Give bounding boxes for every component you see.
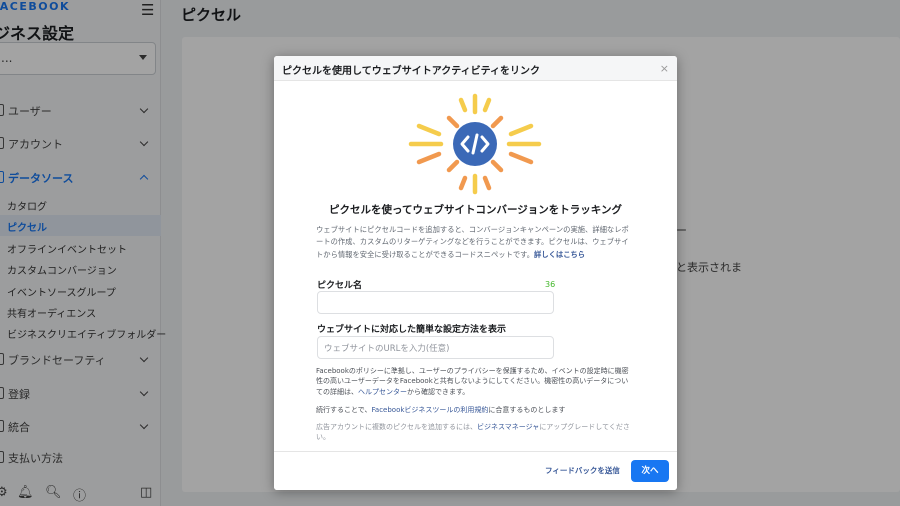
- setup-method-label: ウェブサイトに対応した簡単な設定方法を表示: [317, 325, 507, 335]
- dialog-footer: フィードバックを送信 次へ: [274, 451, 677, 490]
- website-url-input[interactable]: ウェブサイトのURLを入力(任意): [317, 336, 554, 359]
- next-button[interactable]: 次へ: [631, 460, 669, 482]
- policy-tail: から確認できます。: [407, 387, 470, 396]
- terms-link[interactable]: Facebookビジネスツールの利用規約: [372, 406, 489, 414]
- pixel-name-label: ピクセル名: [317, 281, 363, 291]
- help-center-link[interactable]: ヘルプセンター: [358, 388, 407, 396]
- char-counter: 36: [545, 280, 556, 289]
- upgrade-prefix: 広告アカウントに複数のピクセルを追加するには、: [316, 423, 477, 431]
- terms-suffix: に合意するものとします: [488, 406, 566, 414]
- pixel-name-input[interactable]: [317, 291, 554, 314]
- send-feedback-link[interactable]: フィードバックを送信: [545, 465, 620, 476]
- dialog-heading: ピクセルを使ってウェブサイトコンバージョンをトラッキング: [329, 204, 622, 216]
- privacy-policy-text: Facebookのポリシーに準拠し、ユーザーのプライバシーを保護するため、イベン…: [316, 366, 634, 397]
- dialog-title: ピクセルを使用してウェブサイトアクティビティをリンク: [282, 66, 540, 77]
- learn-more-link[interactable]: 詳しくはこちら: [534, 250, 585, 259]
- create-pixel-dialog: ピクセルを使用してウェブサイトアクティビティをリンク × ピクセルを使ってウェブ…: [274, 56, 677, 490]
- code-sun-illustration: [408, 93, 542, 195]
- terms-prefix: 続行することで、: [316, 406, 372, 414]
- close-icon[interactable]: ×: [660, 62, 669, 75]
- dialog-header: ピクセルを使用してウェブサイトアクティビティをリンク ×: [274, 56, 677, 81]
- intro-text: ウェブサイトにピクセルコードを追加すると、コンバージョンキャンペーンの実施、詳細…: [316, 224, 634, 261]
- upgrade-note: 広告アカウントに複数のピクセルを追加するには、ビジネスマネージャにアップグレード…: [316, 422, 634, 442]
- terms-agreement-text: 続行することで、Facebookビジネスツールの利用規約に合意するものとします: [316, 405, 636, 415]
- business-manager-link[interactable]: ビジネスマネージャ: [477, 423, 539, 431]
